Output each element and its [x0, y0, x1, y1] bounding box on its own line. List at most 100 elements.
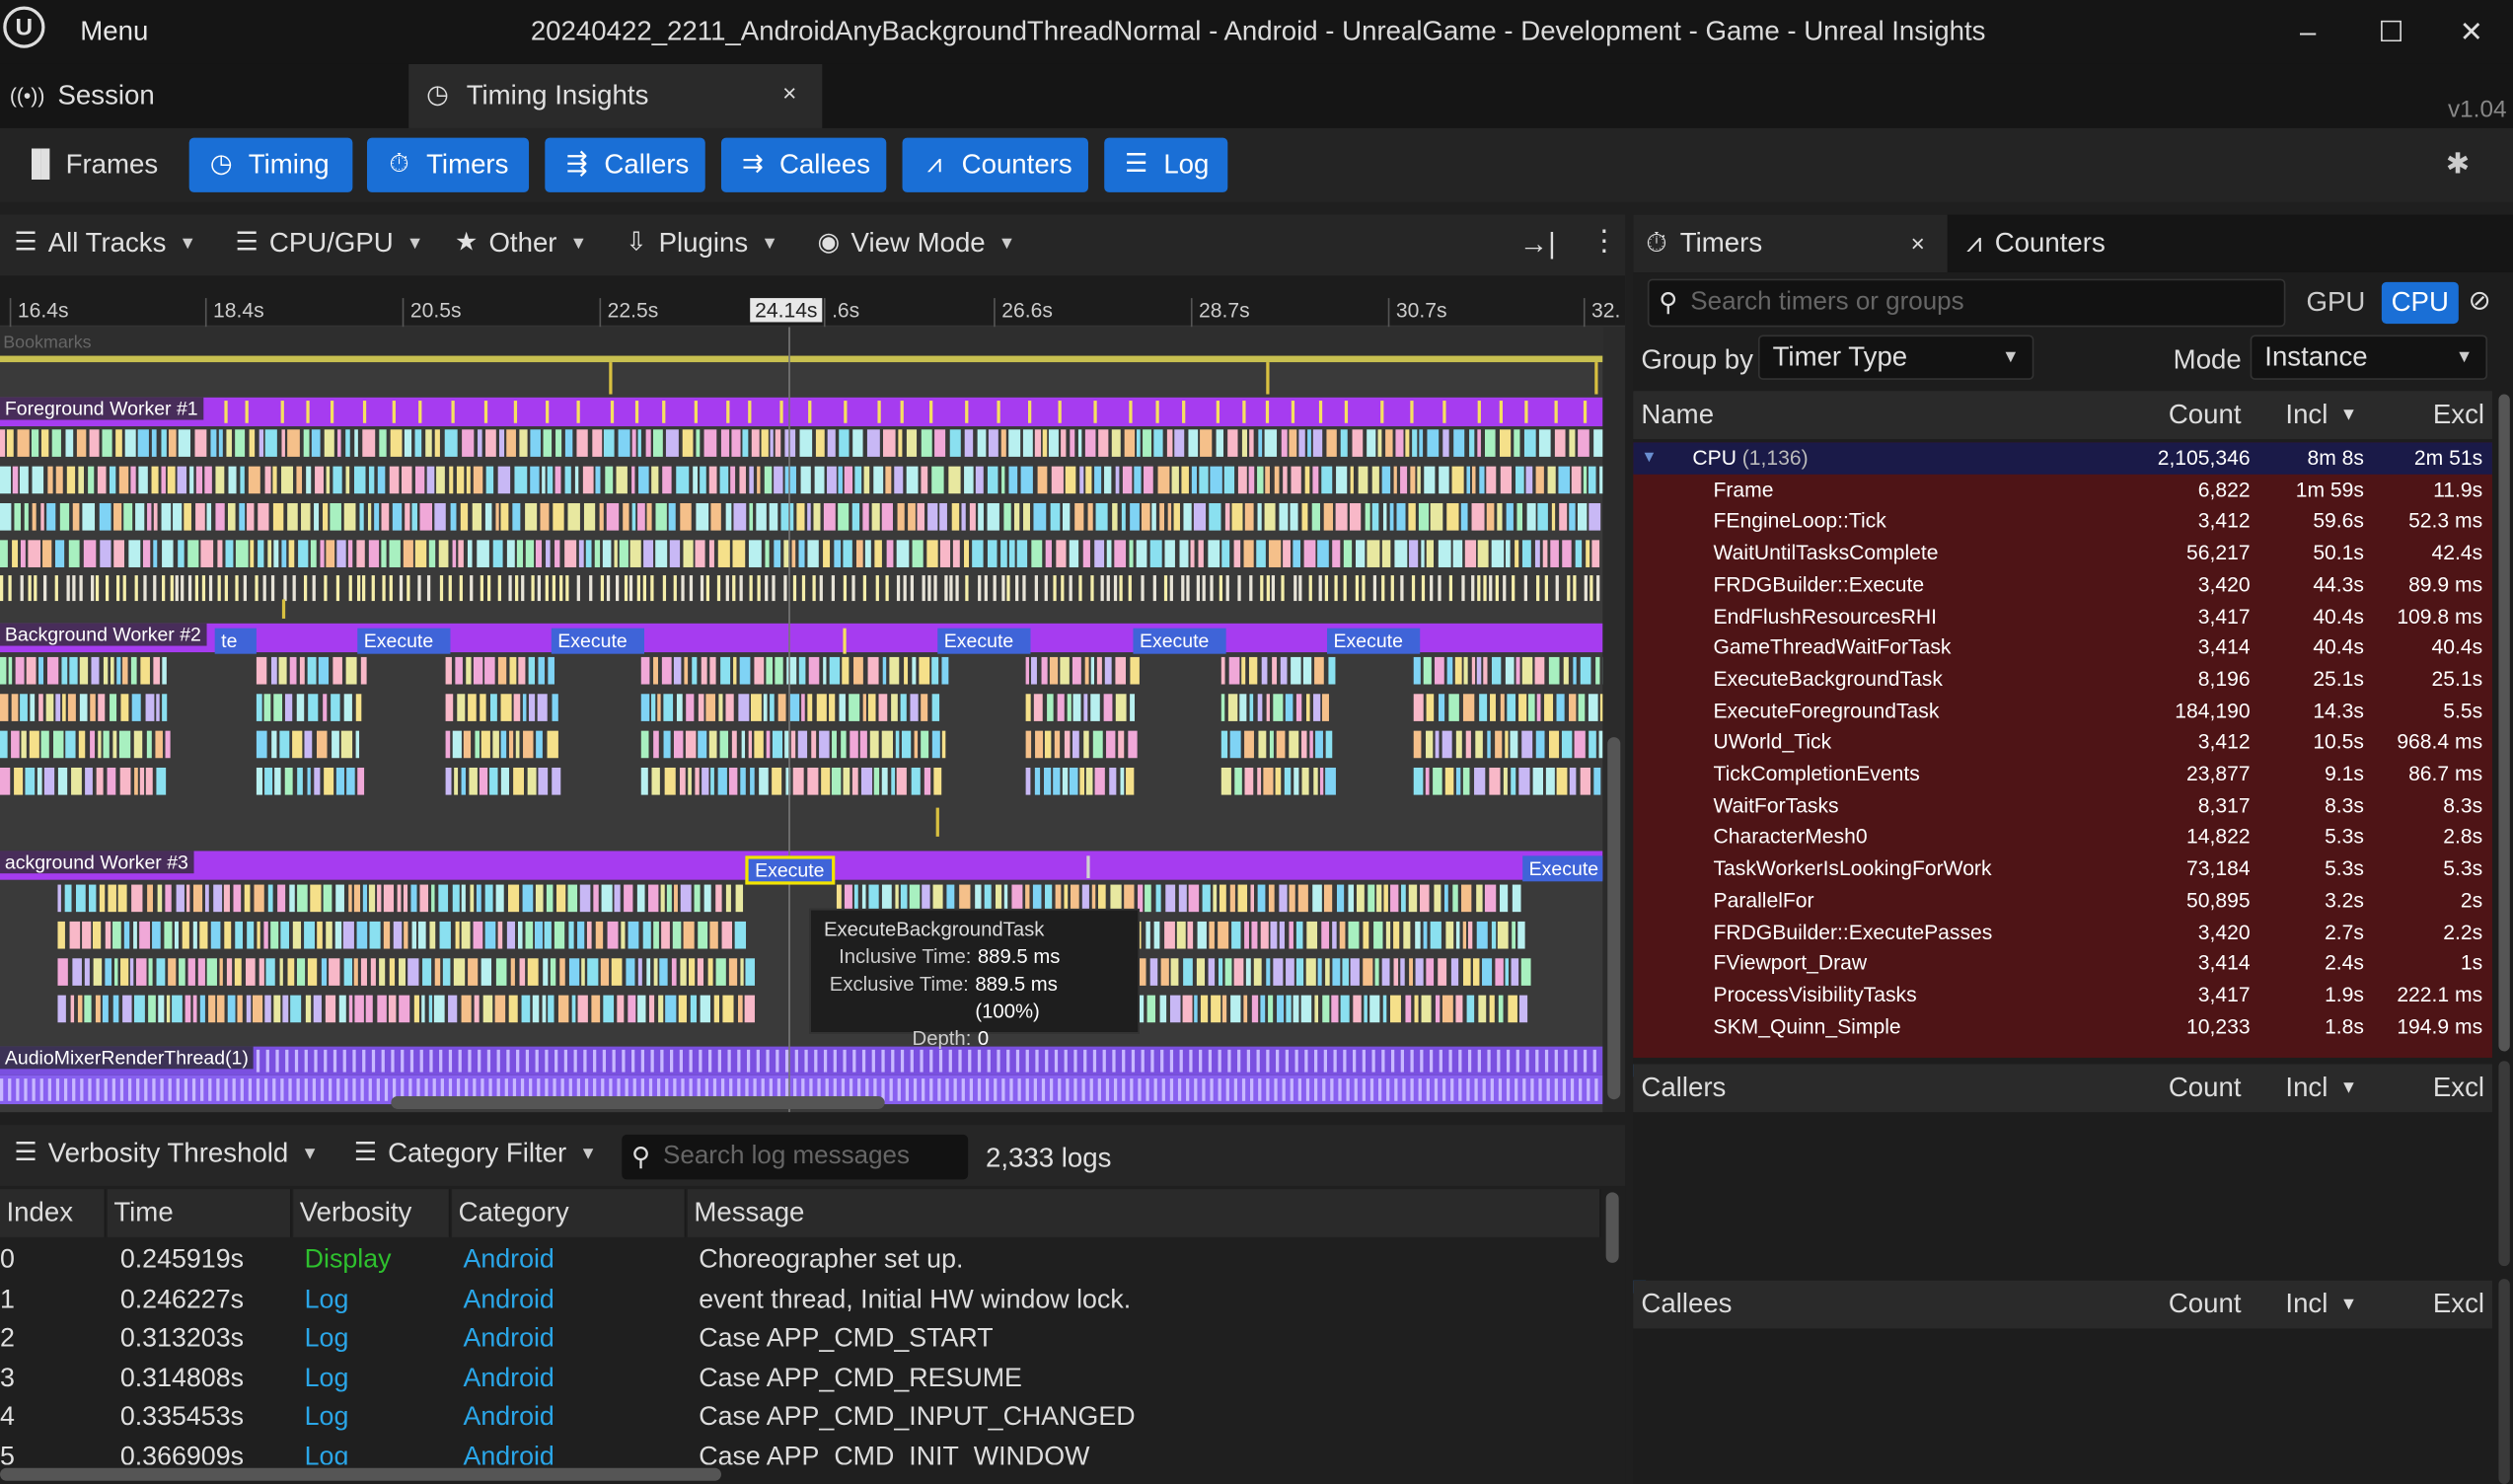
timer-row[interactable]: FEngineLoop::Tick 3,412 59.6s 52.3 ms [1633, 505, 2492, 537]
column-incl[interactable]: Incl [2285, 391, 2328, 439]
callees-button[interactable]: ⇉ Callees [720, 137, 887, 192]
column-excl[interactable]: Excl [2433, 391, 2484, 439]
timers-search-input[interactable]: ⚲ Search timers or groups [1647, 278, 2286, 328]
group-row-cpu[interactable]: ▼ CPU (1,136) 2,105,346 8m 8s 2m 51s [1633, 442, 2492, 475]
timer-row[interactable]: FViewport_Draw 3,414 2.4s 1s [1633, 947, 2492, 979]
timer-row[interactable]: FRDGBuilder::Execute 3,420 44.3s 89.9 ms [1633, 568, 2492, 600]
column-excl[interactable]: Excl [2433, 1281, 2484, 1329]
timer-row[interactable]: ParallelFor 50,895 3.2s 2s [1633, 884, 2492, 916]
timer-row[interactable]: ProcessVisibilityTasks 3,417 1.9s 222.1 ms [1633, 979, 2492, 1010]
timing-horizontal-scrollbar[interactable] [391, 1095, 885, 1109]
bug-icon[interactable]: ✱ [2446, 147, 2471, 181]
column-verbosity[interactable]: Verbosity [293, 1189, 451, 1237]
log-horizontal-scrollbar[interactable] [0, 1467, 721, 1481]
column-time[interactable]: Time [107, 1189, 292, 1237]
cpu-gpu-dropdown[interactable]: ☰ CPU/GPU ▼ [231, 228, 424, 260]
callers-title[interactable]: Callers [1641, 1064, 1726, 1112]
tab-session[interactable]: ((•)) Session [0, 64, 406, 128]
execute-event[interactable]: Execute [1522, 855, 1603, 882]
timer-row[interactable]: EndFlushResourcesRHI 3,417 40.4s 109.8 ms [1633, 600, 2492, 631]
column-incl[interactable]: Incl [2285, 1281, 2328, 1329]
counters-button[interactable]: ⩘ Counters [902, 137, 1088, 192]
sort-desc-icon[interactable]: ▼ [2340, 1064, 2358, 1112]
timer-row[interactable]: UWorld_Tick 3,412 10.5s 968.4 ms [1633, 726, 2492, 758]
timer-row[interactable]: TickCompletionEvents 23,877 9.1s 86.7 ms [1633, 758, 2492, 789]
gpu-toggle[interactable]: GPU [2297, 282, 2375, 324]
execute-event[interactable]: Execute [1327, 628, 1421, 654]
timer-row[interactable]: TaskWorkerIsLookingForWork 73,184 5.3s 5.3s [1633, 853, 2492, 884]
tab-timing-insights[interactable]: ◷ Timing Insights × [408, 63, 823, 128]
timer-row[interactable]: FRDGBuilder::ExecutePasses 3,420 2.7s 2.2s [1633, 916, 2492, 947]
expand-arrow-icon[interactable]: ▼ [1641, 442, 1657, 473]
column-message[interactable]: Message [687, 1189, 1601, 1237]
auto-scroll-icon[interactable]: →| [1519, 228, 1556, 261]
hide-zero-icon[interactable]: ⊘ [2469, 285, 2491, 317]
timer-row[interactable]: WaitUntilTasksComplete 56,217 50.1s 42.4s [1633, 537, 2492, 568]
unreal-logo-icon[interactable]: U [3, 6, 45, 48]
tab-counters[interactable]: ⩘ Counters [1963, 215, 2106, 272]
timers-button[interactable]: ⏱ Timers [366, 137, 530, 192]
execute-event-selected[interactable]: Execute [745, 855, 836, 885]
verbosity-threshold-dropdown[interactable]: ☰ Verbosity Threshold ▼ [10, 1138, 319, 1169]
log-row[interactable]: 4 0.335453s Log Android Case APP_CMD_INP… [0, 1398, 1602, 1438]
log-row[interactable]: 1 0.246227s Log Android event thread, In… [0, 1280, 1602, 1319]
execute-event[interactable]: te [214, 628, 257, 654]
log-row[interactable]: 2 0.313203s Log Android Case APP_CMD_STA… [0, 1319, 1602, 1359]
log-vertical-scrollbar[interactable] [1605, 1192, 1619, 1263]
other-dropdown[interactable]: ★ Other ▼ [450, 228, 587, 260]
column-excl[interactable]: Excl [2433, 1064, 2484, 1112]
callees-scrollbar[interactable] [2498, 1279, 2510, 1484]
maximize-icon[interactable]: ☐ [2359, 10, 2423, 54]
track-label-background-worker-3[interactable]: ackground Worker #3 [0, 851, 193, 874]
callees-title[interactable]: Callees [1641, 1281, 1732, 1329]
view-mode-dropdown[interactable]: ◉ View Mode ▼ [813, 228, 1015, 260]
log-button[interactable]: ☰ Log [1104, 137, 1228, 192]
column-incl[interactable]: Incl [2285, 1064, 2328, 1112]
execute-event[interactable]: Execute [357, 628, 451, 654]
minimize-icon[interactable]: – [2276, 10, 2340, 54]
all-tracks-dropdown[interactable]: ☰ All Tracks ▼ [10, 228, 196, 260]
column-category[interactable]: Category [452, 1189, 687, 1237]
timer-row[interactable]: ExecuteForegroundTask 184,190 14.3s 5.5s [1633, 695, 2492, 726]
execute-event[interactable]: Execute [937, 628, 1031, 654]
timing-vertical-scrollbar[interactable] [1607, 737, 1621, 1100]
category-filter-dropdown[interactable]: ☰ Category Filter ▼ [349, 1138, 597, 1169]
more-options-icon[interactable]: ⋮ [1589, 224, 1618, 258]
timer-row[interactable]: GameThreadWaitForTask 3,414 40.4s 40.4s [1633, 631, 2492, 663]
group-by-dropdown[interactable]: Timer Type ▼ [1757, 334, 2034, 380]
sort-desc-icon[interactable]: ▼ [2340, 391, 2358, 439]
time-marker[interactable]: 24.14s [750, 298, 823, 323]
column-count[interactable]: Count [2169, 1281, 2242, 1329]
timer-row[interactable]: SKM_Quinn_Simple 10,233 1.8s 194.9 ms [1633, 1010, 2492, 1042]
log-search-input[interactable]: ⚲ Search log messages [622, 1134, 969, 1180]
plugins-dropdown[interactable]: ⇩ Plugins ▼ [621, 228, 778, 260]
log-row[interactable]: 0 0.245919s Display Android Choreographe… [0, 1240, 1602, 1280]
mode-dropdown[interactable]: Instance ▼ [2250, 334, 2488, 380]
tab-timers[interactable]: ⏱ Timers × [1633, 214, 1948, 273]
close-window-icon[interactable]: ✕ [2439, 10, 2503, 54]
callers-button[interactable]: ⇶ Callers [545, 137, 705, 192]
close-tab-icon[interactable]: × [782, 80, 796, 108]
timer-row[interactable]: WaitForTasks 8,317 8.3s 8.3s [1633, 789, 2492, 821]
sort-desc-icon[interactable]: ▼ [2340, 1281, 2358, 1329]
column-count[interactable]: Count [2169, 391, 2242, 439]
log-row[interactable]: 3 0.314808s Log Android Case APP_CMD_RES… [0, 1359, 1602, 1398]
track-label-background-worker-2[interactable]: Background Worker #2 [0, 623, 206, 646]
callers-scrollbar[interactable] [2498, 1061, 2510, 1267]
frames-button[interactable]: ▐▌ Frames [6, 138, 174, 192]
timer-row[interactable]: ExecuteBackgroundTask 8,196 25.1s 25.1s [1633, 663, 2492, 695]
column-count[interactable]: Count [2169, 1064, 2242, 1112]
timers-vertical-scrollbar[interactable] [2498, 394, 2510, 1052]
column-index[interactable]: Index [0, 1189, 107, 1237]
execute-event[interactable]: Execute [1133, 628, 1226, 654]
menu-button[interactable]: Menu [80, 16, 148, 47]
track-label-foreground-worker-1[interactable]: Foreground Worker #1 [0, 397, 203, 420]
log-row[interactable]: 5 0.366909s Log Android Case APP_CMD_INI… [0, 1438, 1602, 1465]
close-tab-icon[interactable]: × [1911, 230, 1925, 258]
timer-row[interactable]: Frame 6,822 1m 59s 11.9s [1633, 474, 2492, 505]
tracks-area[interactable]: Bookmarks Foreground Worker #1 Backgroun… [0, 327, 1603, 1113]
cpu-toggle[interactable]: CPU [2381, 281, 2459, 325]
column-name[interactable]: Name [1641, 391, 1714, 439]
timing-button[interactable]: ◷ Timing [188, 137, 353, 192]
timer-row[interactable]: CharacterMesh0 14,822 5.3s 2.8s [1633, 821, 2492, 853]
